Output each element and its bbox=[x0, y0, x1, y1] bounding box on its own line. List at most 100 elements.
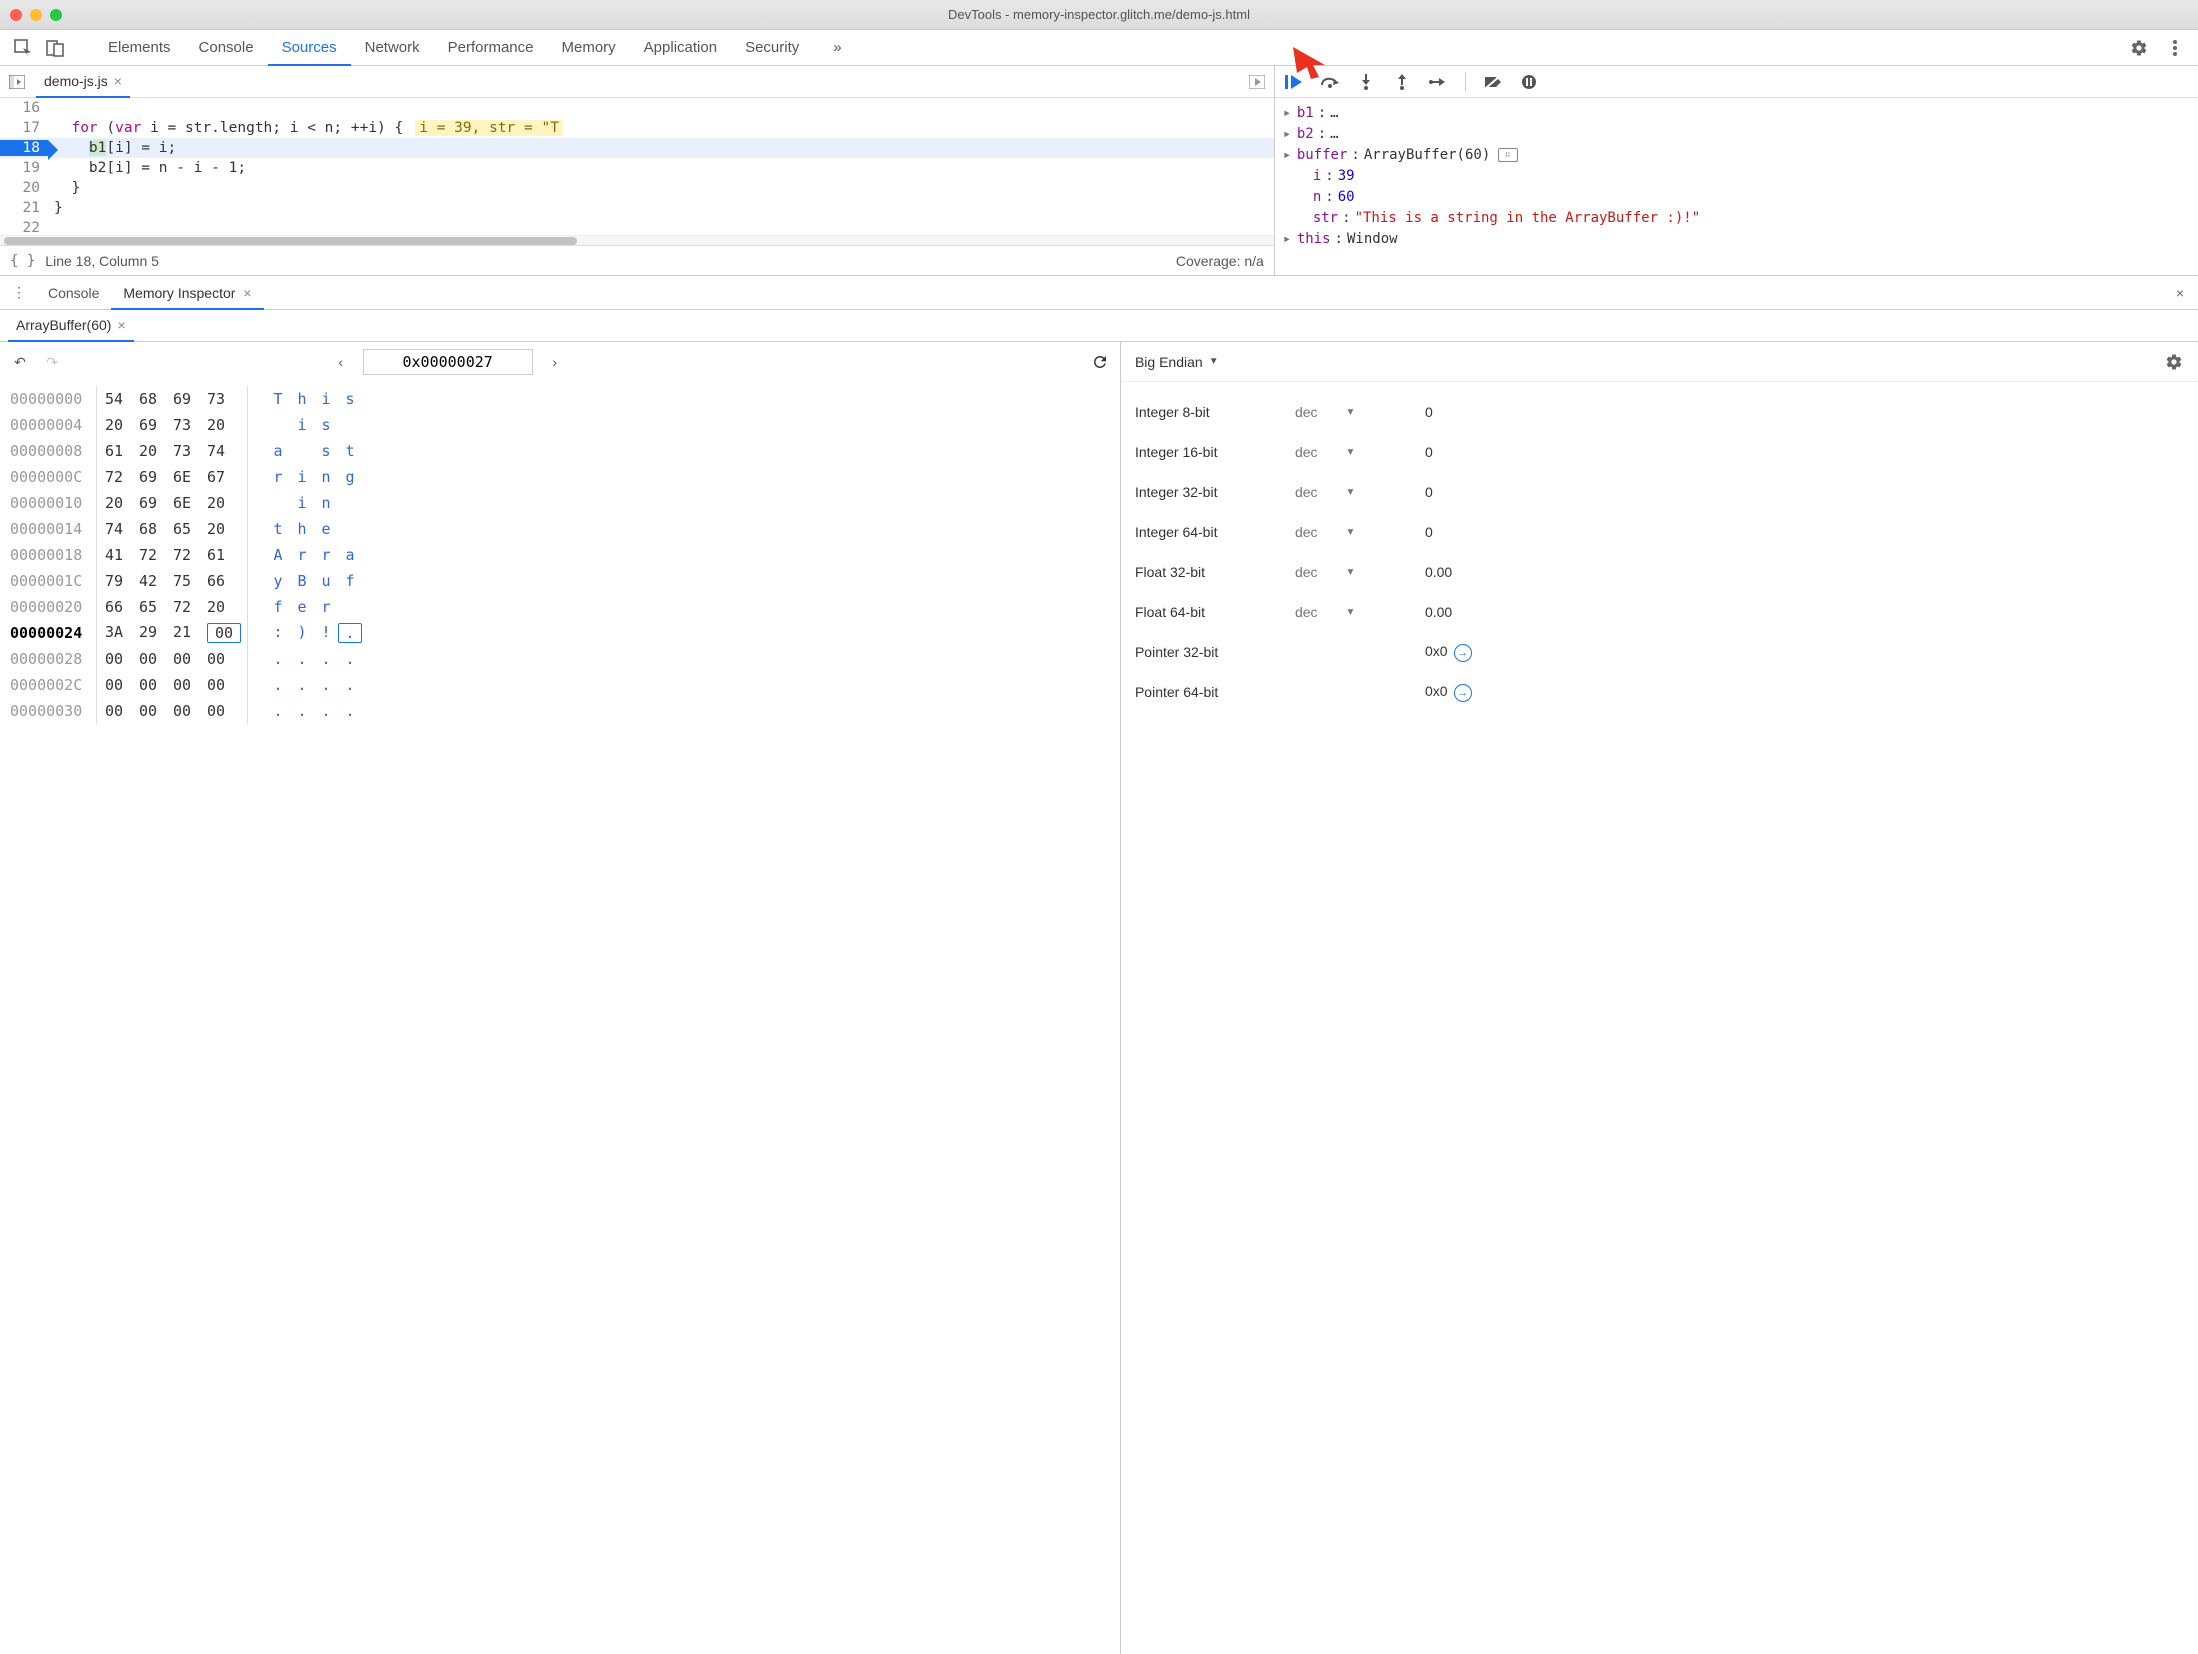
pause-exceptions-icon[interactable] bbox=[1518, 71, 1540, 93]
line-gutter[interactable]: 17 bbox=[0, 120, 48, 136]
ascii-char[interactable]: i bbox=[290, 468, 314, 486]
ascii-char[interactable]: h bbox=[290, 520, 314, 538]
ascii-char[interactable]: a bbox=[338, 546, 362, 564]
ascii-char[interactable]: h bbox=[290, 390, 314, 408]
hex-row[interactable]: 0000000420697320 is bbox=[10, 412, 1110, 438]
jump-to-address-icon[interactable] bbox=[1454, 644, 1472, 662]
deactivate-breakpoints-icon[interactable] bbox=[1482, 71, 1504, 93]
hex-byte[interactable]: 65 bbox=[139, 598, 173, 616]
resume-button-icon[interactable] bbox=[1283, 71, 1305, 93]
hex-row[interactable]: 0000000861207374a st bbox=[10, 438, 1110, 464]
editor-scrollbar[interactable] bbox=[0, 235, 1274, 245]
hex-byte[interactable]: 29 bbox=[139, 623, 173, 643]
hex-byte[interactable]: 20 bbox=[207, 494, 241, 512]
hex-row[interactable]: 0000001020696E20 in bbox=[10, 490, 1110, 516]
value-format-select[interactable]: dec▼ bbox=[1295, 604, 1425, 620]
hex-byte[interactable]: 00 bbox=[173, 650, 207, 668]
ascii-char[interactable]: . bbox=[314, 702, 338, 720]
hex-byte[interactable]: 3A bbox=[105, 623, 139, 643]
step-into-icon[interactable] bbox=[1355, 71, 1377, 93]
ascii-char[interactable] bbox=[338, 598, 362, 616]
hex-byte[interactable]: 69 bbox=[173, 390, 207, 408]
device-toolbar-icon[interactable] bbox=[42, 35, 68, 61]
hex-byte[interactable]: 00 bbox=[105, 676, 139, 694]
tab-performance[interactable]: Performance bbox=[434, 30, 548, 66]
ascii-char[interactable]: t bbox=[338, 442, 362, 460]
hex-byte[interactable]: 65 bbox=[173, 520, 207, 538]
hex-byte[interactable]: 67 bbox=[207, 468, 241, 486]
close-file-icon[interactable]: × bbox=[114, 73, 122, 89]
hex-byte[interactable]: 00 bbox=[139, 650, 173, 668]
ascii-char[interactable]: r bbox=[314, 598, 338, 616]
hex-byte[interactable]: 00 bbox=[173, 702, 207, 720]
hex-byte[interactable]: 66 bbox=[207, 572, 241, 590]
value-format-select[interactable]: dec▼ bbox=[1295, 484, 1425, 500]
hex-byte[interactable]: 73 bbox=[173, 442, 207, 460]
hex-byte[interactable]: 54 bbox=[105, 390, 139, 408]
drawer-tab-memory-inspector[interactable]: Memory Inspector × bbox=[111, 276, 263, 310]
ascii-char[interactable]: n bbox=[314, 494, 338, 512]
hex-byte[interactable]: 20 bbox=[207, 416, 241, 434]
value-format-select[interactable]: dec▼ bbox=[1295, 524, 1425, 540]
ascii-char[interactable]: e bbox=[314, 520, 338, 538]
ascii-char[interactable]: i bbox=[290, 416, 314, 434]
ascii-char[interactable] bbox=[266, 494, 290, 512]
ascii-char[interactable]: i bbox=[290, 494, 314, 512]
ascii-char[interactable] bbox=[338, 416, 362, 434]
addr-prev-icon[interactable]: ‹ bbox=[331, 352, 351, 372]
line-gutter[interactable]: 18 bbox=[0, 140, 48, 156]
hex-byte[interactable]: 73 bbox=[173, 416, 207, 434]
history-back-icon[interactable]: ↶ bbox=[10, 352, 30, 372]
hex-row[interactable]: 0000002066657220fer bbox=[10, 594, 1110, 620]
line-gutter[interactable]: 21 bbox=[0, 200, 48, 216]
hex-byte[interactable]: 68 bbox=[139, 520, 173, 538]
hex-byte[interactable]: 00 bbox=[105, 650, 139, 668]
hex-byte[interactable]: 69 bbox=[139, 494, 173, 512]
ascii-char[interactable]: . bbox=[290, 676, 314, 694]
hex-byte[interactable]: 68 bbox=[139, 390, 173, 408]
scope-row[interactable]: ▸this: Window bbox=[1283, 228, 2190, 249]
ascii-char[interactable]: . bbox=[314, 650, 338, 668]
ascii-char[interactable]: ) bbox=[290, 623, 314, 643]
drawer-tab-console[interactable]: Console bbox=[36, 276, 111, 310]
hex-byte[interactable]: 20 bbox=[105, 494, 139, 512]
hex-byte[interactable]: 72 bbox=[139, 546, 173, 564]
hex-byte[interactable]: 6E bbox=[173, 468, 207, 486]
ascii-char[interactable] bbox=[266, 416, 290, 434]
ascii-char[interactable]: f bbox=[266, 598, 290, 616]
hex-byte[interactable]: 20 bbox=[105, 416, 139, 434]
hex-row[interactable]: 0000003000000000.... bbox=[10, 698, 1110, 724]
hex-byte[interactable]: 74 bbox=[105, 520, 139, 538]
ascii-char[interactable]: a bbox=[266, 442, 290, 460]
hex-row[interactable]: 0000000C72696E67ring bbox=[10, 464, 1110, 490]
hex-row[interactable]: 0000002800000000.... bbox=[10, 646, 1110, 672]
line-gutter[interactable]: 22 bbox=[0, 220, 48, 235]
ascii-char[interactable]: f bbox=[338, 572, 362, 590]
ascii-char[interactable]: t bbox=[266, 520, 290, 538]
ascii-char[interactable] bbox=[338, 494, 362, 512]
ascii-char[interactable]: s bbox=[338, 390, 362, 408]
hex-byte[interactable]: 41 bbox=[105, 546, 139, 564]
history-forward-icon[interactable]: ↷ bbox=[42, 352, 62, 372]
tab-sources[interactable]: Sources bbox=[268, 30, 351, 66]
ascii-char[interactable]: y bbox=[266, 572, 290, 590]
ascii-char[interactable]: . bbox=[266, 676, 290, 694]
hex-byte[interactable]: 42 bbox=[139, 572, 173, 590]
scope-row[interactable]: ▸b1: … bbox=[1283, 102, 2190, 123]
close-buffer-icon[interactable]: × bbox=[117, 309, 125, 341]
hex-byte[interactable]: 00 bbox=[105, 702, 139, 720]
tab-security[interactable]: Security bbox=[731, 30, 813, 66]
ascii-char[interactable]: . bbox=[290, 702, 314, 720]
ascii-char[interactable]: ! bbox=[314, 623, 338, 643]
ascii-char[interactable]: . bbox=[290, 650, 314, 668]
hex-grid[interactable]: 0000000054686973This0000000420697320 is … bbox=[0, 382, 1120, 1654]
ascii-char[interactable]: s bbox=[314, 442, 338, 460]
scope-pane[interactable]: ▸b1: …▸b2: …▸buffer: ArrayBuffer(60)∷i: … bbox=[1275, 98, 2198, 275]
tab-memory[interactable]: Memory bbox=[548, 30, 630, 66]
addr-next-icon[interactable]: › bbox=[545, 352, 565, 372]
hex-byte[interactable]: 00 bbox=[207, 650, 241, 668]
hex-byte[interactable]: 20 bbox=[207, 520, 241, 538]
ascii-char[interactable]: . bbox=[338, 623, 362, 643]
hex-byte[interactable]: 69 bbox=[139, 468, 173, 486]
hex-byte[interactable]: 00 bbox=[173, 676, 207, 694]
